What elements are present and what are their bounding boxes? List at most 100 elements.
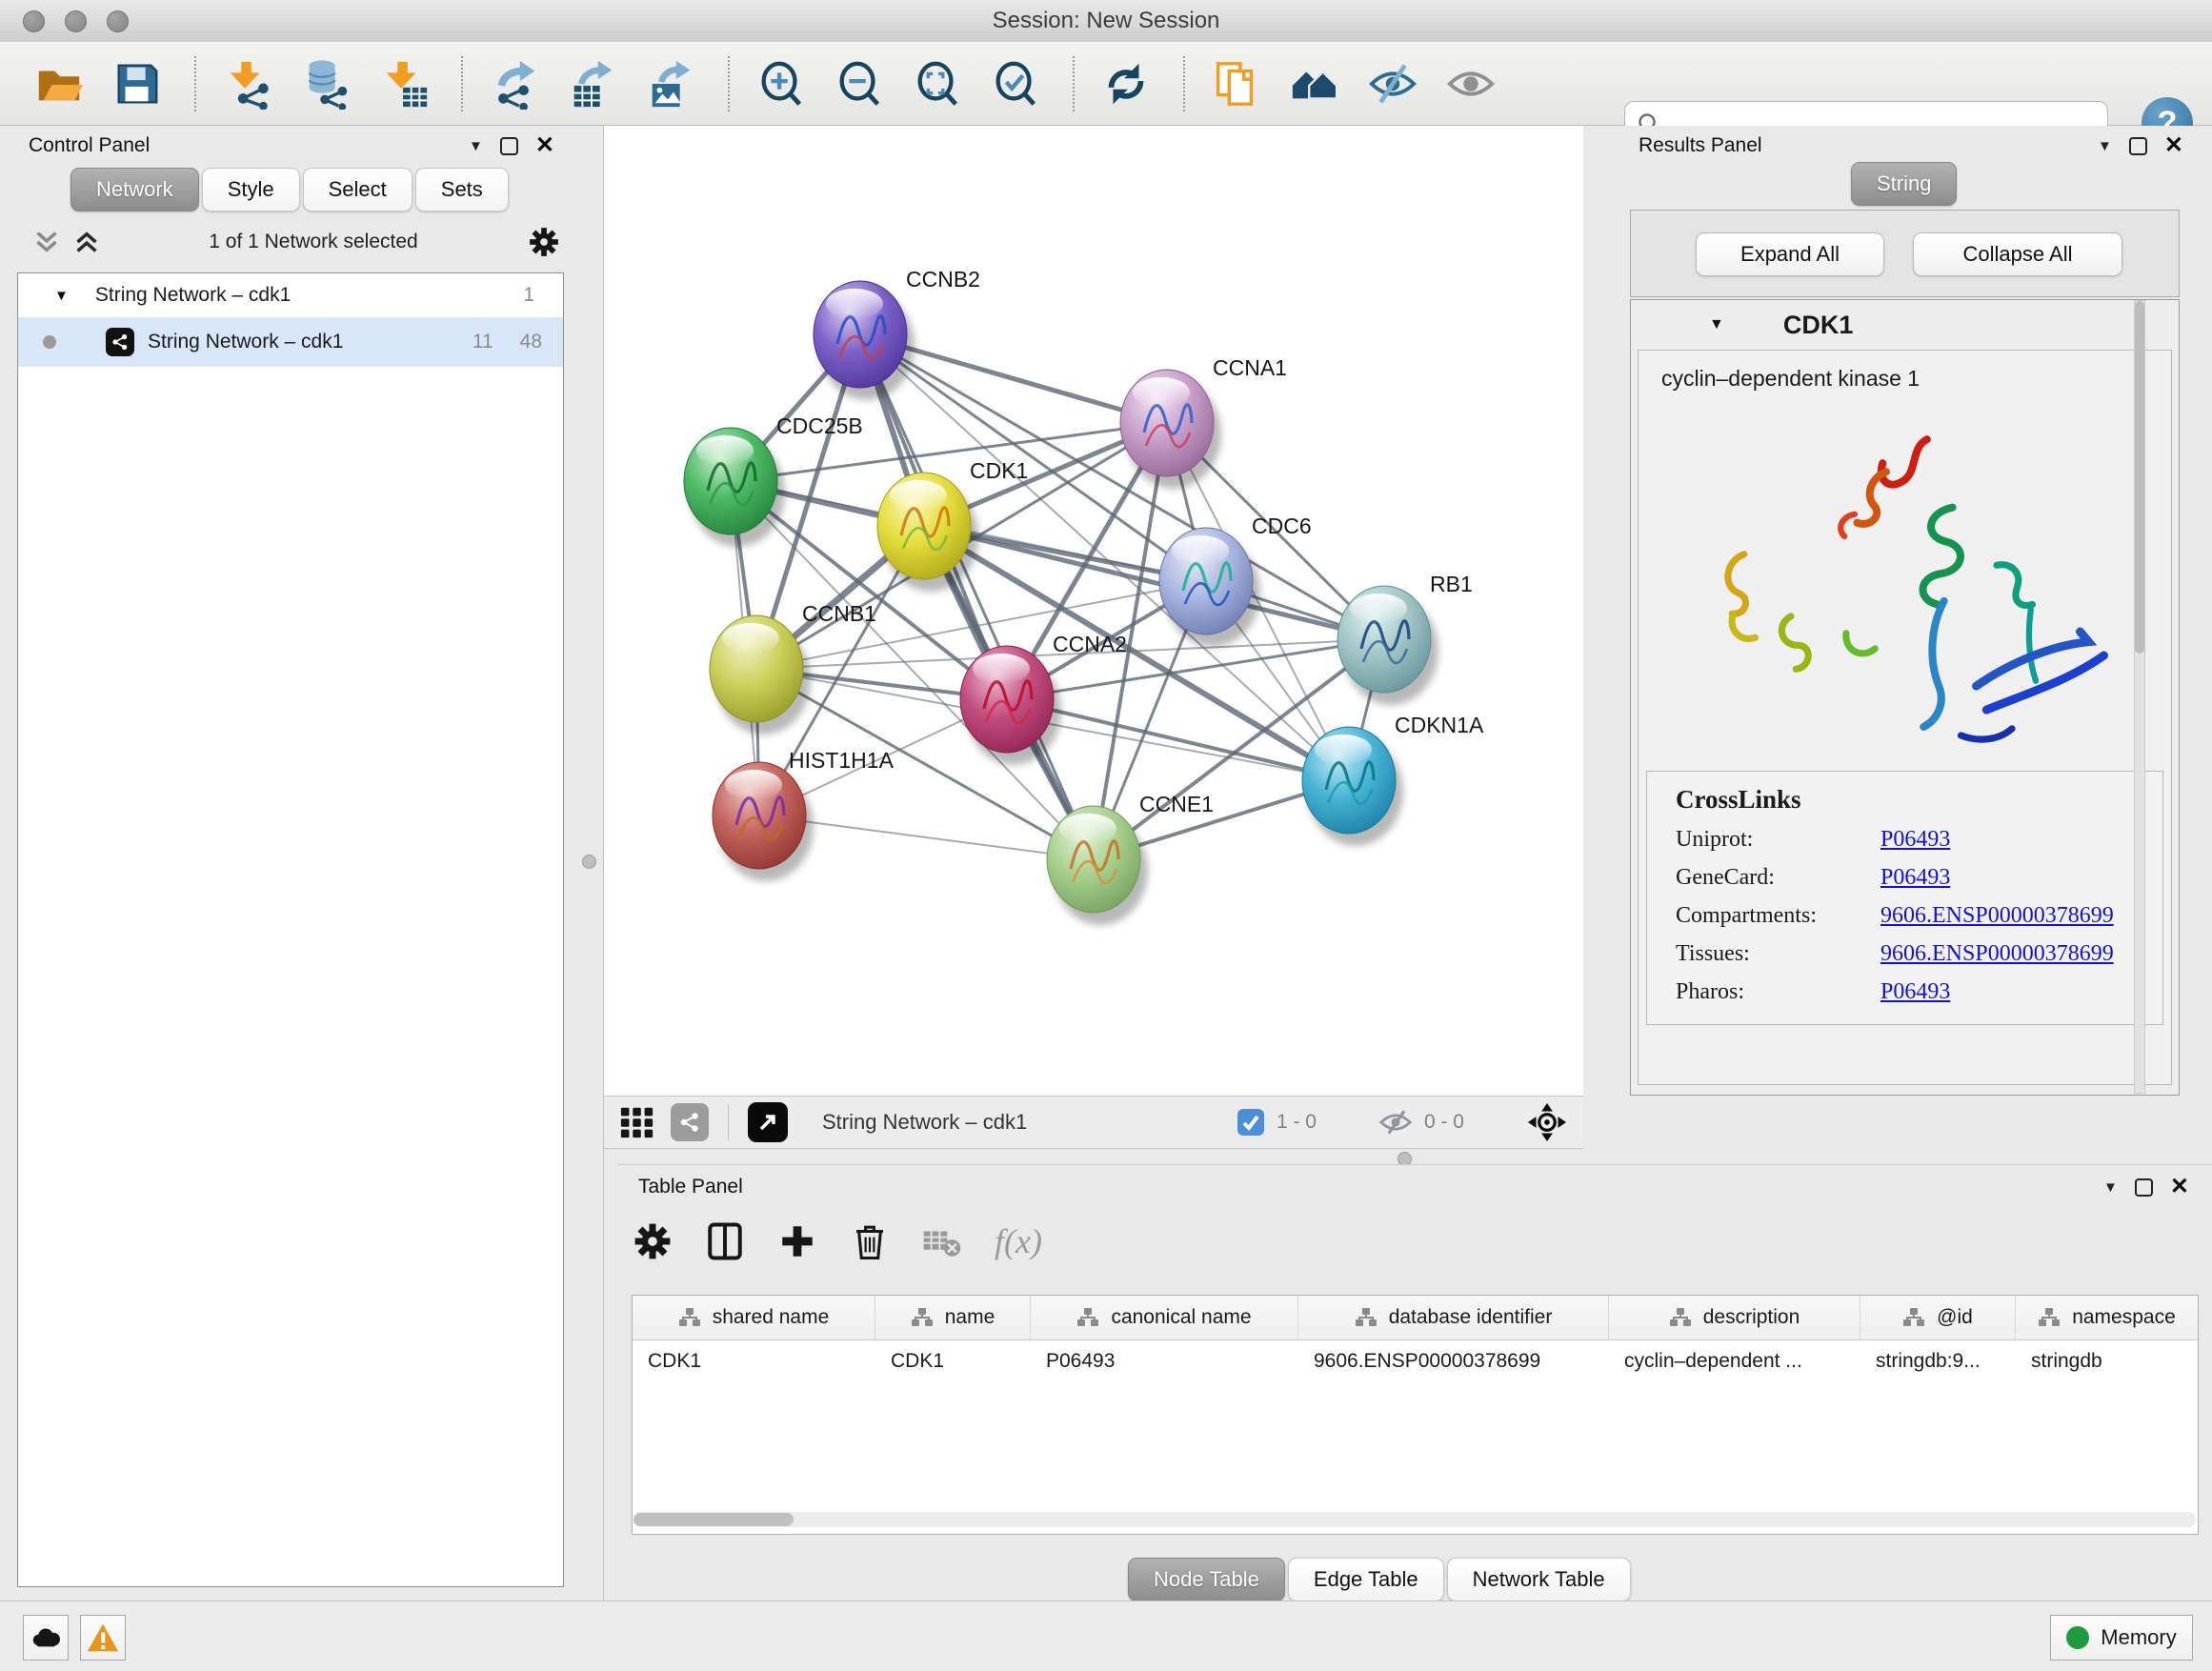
results-scrollbar-thumb[interactable] (2135, 301, 2144, 654)
collapse-all-button[interactable]: Collapse All (1913, 232, 2122, 276)
selected-checkbox-icon[interactable] (1237, 1108, 1265, 1137)
table-cell--id[interactable]: stringdb:9... (1860, 1350, 2016, 1373)
panel-close-icon[interactable]: ✕ (535, 134, 554, 157)
panel-close-icon[interactable]: ✕ (2164, 134, 2183, 157)
network-node-CDC25B[interactable] (684, 428, 785, 547)
network-node-CCNB2[interactable] (814, 281, 915, 400)
network-node-CCNA1[interactable] (1120, 370, 1221, 489)
zoom-fit-icon[interactable] (911, 57, 964, 111)
network-node-RB1[interactable] (1337, 586, 1438, 705)
open-file-icon[interactable] (32, 57, 86, 111)
table-options-gear-icon[interactable] (633, 1221, 673, 1261)
cloud-icon[interactable] (23, 1615, 69, 1661)
network-node-CCNE1[interactable] (1047, 806, 1148, 925)
show-all-eye-icon[interactable] (1444, 57, 1498, 111)
table-row[interactable]: CDK1CDK1P064939606.ENSP00000378699cyclin… (633, 1340, 2198, 1382)
crosslink-genecard-[interactable]: P06493 (1880, 865, 1950, 891)
collapse-all-icon[interactable] (34, 230, 59, 254)
refresh-icon[interactable] (1099, 57, 1153, 111)
toolbar-separator (1073, 56, 1075, 111)
panel-menu-icon[interactable]: ▼ (469, 138, 483, 154)
zoom-in-icon[interactable] (754, 57, 808, 111)
expand-all-button[interactable]: Expand All (1696, 232, 1884, 276)
export-image-icon[interactable] (644, 57, 697, 111)
tab-string[interactable]: String (1851, 162, 1957, 206)
expand-all-icon[interactable] (74, 230, 99, 254)
import-network-database-icon[interactable] (299, 57, 352, 111)
import-network-icon[interactable] (221, 57, 274, 111)
column-header-name[interactable]: name (875, 1296, 1031, 1339)
network-options-gear-icon[interactable] (528, 226, 560, 258)
node-details-box: ▼ CDK1 cyclin–dependent kinase 1 (1630, 299, 2180, 1096)
export-network-icon[interactable] (488, 57, 541, 111)
left-splitter-handle[interactable] (582, 855, 596, 869)
column-header--id[interactable]: @id (1860, 1296, 2016, 1339)
save-session-icon[interactable] (111, 57, 164, 111)
crosslink-pharos-[interactable]: P06493 (1880, 979, 1950, 1005)
tab-select[interactable]: Select (303, 168, 412, 211)
network-canvas[interactable]: CCNB2CCNA1CDC25BCDK1CDC6RB1CCNB1CCNA2CDK… (604, 126, 1583, 1096)
collapse-triangle-icon[interactable]: ▼ (1709, 316, 1724, 333)
panel-menu-icon[interactable]: ▼ (2098, 138, 2112, 154)
network-row-selected[interactable]: String Network – cdk1 11 48 (18, 317, 563, 367)
network-node-CDKN1A[interactable] (1302, 727, 1403, 846)
network-collection-row[interactable]: ▼ String Network – cdk1 1 (18, 273, 563, 317)
tab-node-table[interactable]: Node Table (1128, 1558, 1285, 1601)
warning-icon[interactable] (80, 1615, 126, 1661)
zoom-out-icon[interactable] (833, 57, 886, 111)
network-share-view-icon[interactable] (671, 1103, 709, 1141)
tab-network-table[interactable]: Network Table (1447, 1558, 1631, 1601)
network-node-CDK1[interactable] (877, 473, 978, 592)
node-details-header[interactable]: ▼ CDK1 (1631, 300, 2179, 350)
results-scrollbar[interactable] (2134, 300, 2145, 1094)
crosslink-uniprot-[interactable]: P06493 (1880, 827, 1950, 853)
panel-float-icon[interactable] (2135, 1178, 2153, 1197)
panel-float-icon[interactable] (2129, 137, 2147, 155)
network-node-CDC6[interactable] (1159, 528, 1260, 647)
hide-selected-eye-icon[interactable] (1366, 57, 1419, 111)
memory-button[interactable]: Memory (2050, 1615, 2193, 1661)
tab-sets[interactable]: Sets (415, 168, 509, 211)
network-collection-label: String Network – cdk1 (95, 284, 291, 307)
table-horizontal-scrollbar[interactable] (633, 1512, 2196, 1527)
tab-style[interactable]: Style (202, 168, 300, 211)
zoom-selected-icon[interactable] (989, 57, 1042, 111)
function-builder-icon[interactable]: f(x) (995, 1221, 1042, 1261)
network-edge-CCNB2-CCNE1[interactable] (860, 334, 1094, 859)
table-cell-database-identifier[interactable]: 9606.ENSP00000378699 (1298, 1350, 1609, 1373)
network-node-HIST1H1A[interactable] (713, 762, 814, 881)
table-cell-shared-name[interactable]: CDK1 (633, 1350, 875, 1373)
crosslink-tissues-[interactable]: 9606.ENSP00000378699 (1880, 941, 2114, 967)
column-header-namespace[interactable]: namespace (2016, 1296, 2199, 1339)
network-node-CCNA2[interactable] (960, 646, 1061, 765)
table-scrollbar-thumb[interactable] (633, 1513, 794, 1526)
export-table-icon[interactable] (566, 57, 619, 111)
table-cell-description[interactable]: cyclin–dependent ... (1609, 1350, 1860, 1373)
column-header-shared-name[interactable]: shared name (633, 1296, 875, 1339)
table-cell-namespace[interactable]: stringdb (2016, 1350, 2199, 1373)
add-column-plus-icon[interactable] (777, 1221, 817, 1261)
table-cell-canonical-name[interactable]: P06493 (1031, 1350, 1298, 1373)
column-header-description[interactable]: description (1609, 1296, 1860, 1339)
grid-view-icon[interactable] (619, 1104, 655, 1140)
tab-network[interactable]: Network (70, 168, 199, 211)
detach-view-icon[interactable] (748, 1102, 788, 1142)
hidden-eye-icon[interactable] (1378, 1108, 1413, 1137)
column-header-database-identifier[interactable]: database identifier (1298, 1296, 1609, 1339)
copy-document-icon[interactable] (1210, 57, 1263, 111)
birds-eye-view-icon[interactable] (1526, 1101, 1568, 1143)
panel-menu-icon[interactable]: ▼ (2103, 1179, 2118, 1196)
delete-table-icon[interactable] (922, 1221, 962, 1261)
panel-close-icon[interactable]: ✕ (2170, 1176, 2189, 1198)
panel-float-icon[interactable] (500, 137, 518, 155)
column-header-canonical-name[interactable]: canonical name (1031, 1296, 1298, 1339)
import-table-icon[interactable] (377, 57, 431, 111)
home-icon[interactable] (1288, 57, 1341, 111)
delete-trash-icon[interactable] (850, 1221, 890, 1261)
show-columns-icon[interactable] (705, 1221, 745, 1261)
table-cell-name[interactable]: CDK1 (875, 1350, 1031, 1373)
collapse-triangle-icon[interactable]: ▼ (54, 288, 69, 304)
tab-edge-table[interactable]: Edge Table (1288, 1558, 1444, 1601)
crosslink-compartments-[interactable]: 9606.ENSP00000378699 (1880, 903, 2114, 929)
crosslink-row: Tissues:9606.ENSP00000378699 (1676, 941, 2153, 967)
